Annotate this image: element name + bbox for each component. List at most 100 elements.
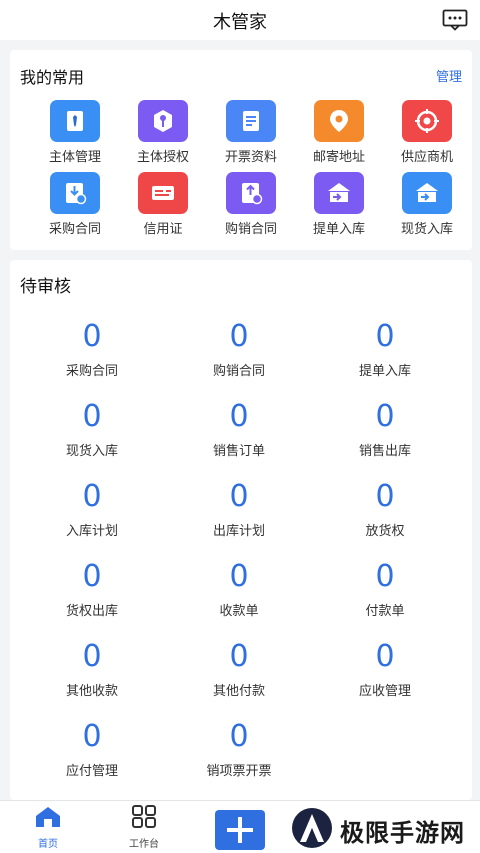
fav-item-entity-management[interactable]: 主体管理 bbox=[24, 100, 114, 166]
fav-item-bill-of-lading-inbound[interactable]: 提单入库 bbox=[288, 172, 378, 238]
pending-count: 0 bbox=[229, 559, 249, 594]
pending-item[interactable]: 0 放货权 bbox=[315, 480, 455, 550]
pending-item[interactable]: 0 提单入库 bbox=[315, 320, 455, 390]
contract-upload-icon bbox=[226, 172, 276, 214]
pending-label: 应付管理 bbox=[65, 764, 118, 779]
pending-label: 现货入库 bbox=[65, 444, 118, 459]
pending-card: 待审核 0 采购合同 0 购销合同 0 提单入库 0 现货入库 0 销售订单 0… bbox=[10, 260, 472, 800]
pending-count: 0 bbox=[82, 479, 102, 514]
pending-count: 0 bbox=[375, 639, 395, 674]
pending-label: 出库计划 bbox=[212, 524, 265, 539]
pending-label: 应收管理 bbox=[358, 684, 411, 699]
pending-label: 销售订单 bbox=[212, 444, 265, 459]
pending-count: 0 bbox=[375, 559, 395, 594]
pending-label: 放货权 bbox=[365, 524, 405, 539]
fav-label: 采购合同 bbox=[48, 222, 101, 237]
pending-title: 待审核 bbox=[20, 277, 71, 297]
nav-home-label: 首页 bbox=[38, 839, 58, 850]
pending-item[interactable]: 0 其他付款 bbox=[169, 640, 309, 710]
nav-workbench[interactable]: 工作台 bbox=[114, 805, 174, 850]
pending-label: 销项票开票 bbox=[206, 764, 272, 779]
app-header: 木管家 bbox=[0, 0, 480, 40]
add-button[interactable] bbox=[215, 810, 265, 850]
pending-count: 0 bbox=[82, 639, 102, 674]
fav-item-invoice-info[interactable]: 开票资料 bbox=[200, 100, 290, 166]
location-icon bbox=[314, 100, 364, 142]
pending-item[interactable]: 0 应付管理 bbox=[22, 720, 162, 790]
pending-label: 付款单 bbox=[365, 604, 405, 619]
message-button[interactable] bbox=[442, 9, 468, 31]
pending-label: 提单入库 bbox=[358, 364, 411, 379]
fav-label: 供应商机 bbox=[400, 150, 453, 165]
fav-label: 开票资料 bbox=[224, 150, 277, 165]
pending-label: 销售出库 bbox=[358, 444, 411, 459]
home-icon bbox=[36, 807, 60, 827]
target-icon bbox=[402, 100, 452, 142]
pending-count: 0 bbox=[82, 719, 102, 754]
fav-item-letter-of-credit[interactable]: 信用证 bbox=[112, 172, 202, 238]
fav-label: 现货入库 bbox=[400, 222, 453, 237]
contract-download-icon bbox=[50, 172, 100, 214]
fav-item-entity-authorization[interactable]: 主体授权 bbox=[112, 100, 202, 166]
pending-count: 0 bbox=[82, 559, 102, 594]
fav-item-purchase-contract[interactable]: 采购合同 bbox=[24, 172, 114, 238]
pending-item[interactable]: 0 现货入库 bbox=[22, 400, 162, 470]
favorites-card: 我的常用 管理 主体管理 主体授权 开票资料 邮寄地址 供应商机 采购合同 信用… bbox=[10, 50, 472, 250]
fav-item-mailing-address[interactable]: 邮寄地址 bbox=[288, 100, 378, 166]
pending-count: 0 bbox=[229, 639, 249, 674]
fav-label: 购销合同 bbox=[224, 222, 277, 237]
pending-count: 0 bbox=[229, 719, 249, 754]
pending-item[interactable]: 0 收款单 bbox=[169, 560, 309, 630]
fav-item-sales-contract[interactable]: 购销合同 bbox=[200, 172, 290, 238]
message-icon bbox=[442, 9, 468, 31]
pending-count: 0 bbox=[229, 319, 249, 354]
pending-item[interactable]: 0 出库计划 bbox=[169, 480, 309, 550]
pending-label: 其他付款 bbox=[212, 684, 265, 699]
plus-icon bbox=[227, 817, 253, 843]
pending-count: 0 bbox=[229, 479, 249, 514]
fav-item-spot-inbound[interactable]: 现货入库 bbox=[376, 172, 466, 238]
pending-item[interactable]: 0 采购合同 bbox=[22, 320, 162, 390]
watermark-text: 极限手游网 bbox=[340, 819, 465, 847]
pending-count: 0 bbox=[375, 319, 395, 354]
pending-label: 货权出库 bbox=[65, 604, 118, 619]
pending-label: 购销合同 bbox=[212, 364, 265, 379]
fav-label: 主体管理 bbox=[48, 150, 101, 165]
watermark-logo-icon bbox=[292, 808, 332, 848]
pending-count: 0 bbox=[375, 399, 395, 434]
pending-item[interactable]: 0 销售订单 bbox=[169, 400, 309, 470]
pending-item[interactable]: 0 销项票开票 bbox=[169, 720, 309, 790]
tie-icon bbox=[50, 100, 100, 142]
pending-label: 入库计划 bbox=[65, 524, 118, 539]
pending-item[interactable]: 0 入库计划 bbox=[22, 480, 162, 550]
fav-label: 主体授权 bbox=[136, 150, 189, 165]
favorites-title: 我的常用 bbox=[20, 68, 85, 87]
grid-icon bbox=[132, 805, 156, 828]
card-icon bbox=[138, 172, 188, 214]
key-icon bbox=[138, 100, 188, 142]
app-title: 木管家 bbox=[213, 12, 267, 33]
manage-button[interactable]: 管理 bbox=[436, 66, 462, 85]
pending-item[interactable]: 0 销售出库 bbox=[315, 400, 455, 470]
pending-item[interactable]: 0 付款单 bbox=[315, 560, 455, 630]
pending-count: 0 bbox=[82, 399, 102, 434]
pending-count: 0 bbox=[229, 399, 249, 434]
pending-item[interactable]: 0 应收管理 bbox=[315, 640, 455, 710]
nav-home[interactable]: 首页 bbox=[18, 805, 78, 850]
pending-item[interactable]: 0 货权出库 bbox=[22, 560, 162, 630]
fav-label: 邮寄地址 bbox=[312, 150, 365, 165]
document-icon bbox=[226, 100, 276, 142]
warehouse-in-icon bbox=[314, 172, 364, 214]
fav-item-supplier-opportunity[interactable]: 供应商机 bbox=[376, 100, 466, 166]
nav-workbench-label: 工作台 bbox=[129, 839, 159, 850]
pending-label: 其他收款 bbox=[65, 684, 118, 699]
favorites-grid: 主体管理 主体授权 开票资料 邮寄地址 供应商机 采购合同 信用证 购销合同 提… bbox=[10, 100, 472, 240]
pending-label: 收款单 bbox=[219, 604, 259, 619]
fav-label: 信用证 bbox=[143, 222, 183, 237]
watermark: 极限手游网 bbox=[290, 804, 475, 852]
pending-count: 0 bbox=[82, 319, 102, 354]
pending-item[interactable]: 0 其他收款 bbox=[22, 640, 162, 710]
pending-item[interactable]: 0 购销合同 bbox=[169, 320, 309, 390]
pending-count: 0 bbox=[375, 479, 395, 514]
fav-label: 提单入库 bbox=[312, 222, 365, 237]
